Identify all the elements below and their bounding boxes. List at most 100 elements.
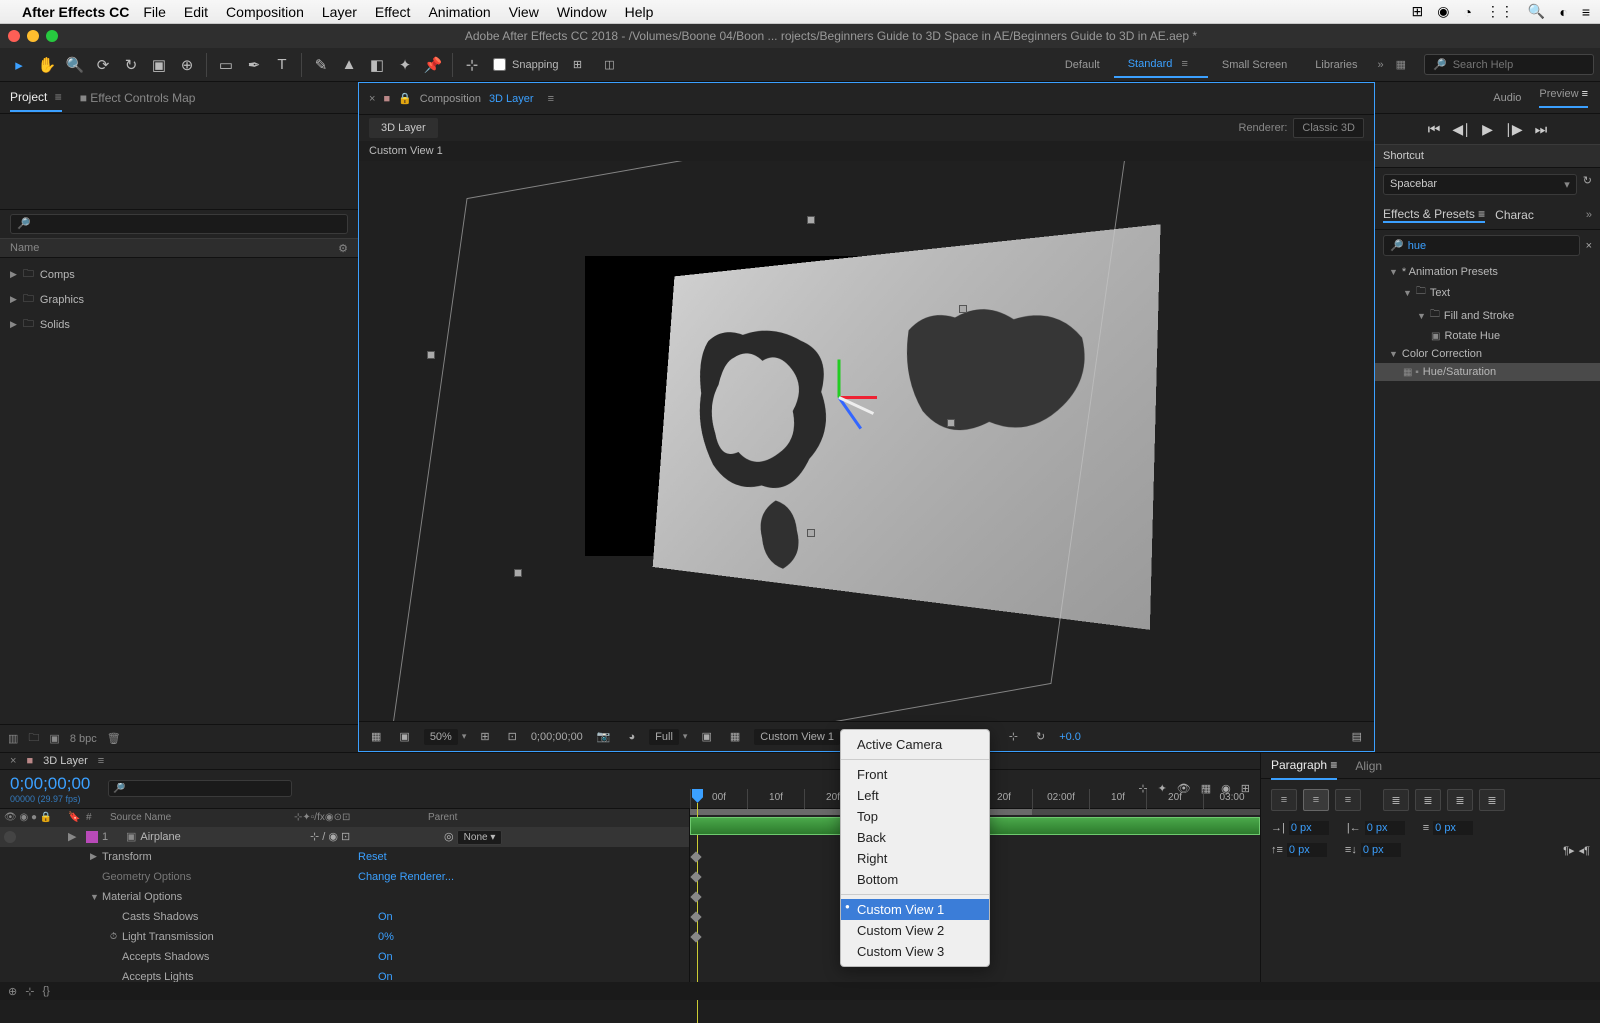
current-timecode[interactable]: 0;00;00;00 <box>10 774 90 794</box>
comp-panel-menu-icon[interactable]: ▤ <box>1348 728 1366 745</box>
type-tool-icon[interactable]: T <box>269 52 295 78</box>
3d-view-select[interactable]: Custom View 1 <box>754 729 840 745</box>
menu-window[interactable]: Window <box>557 4 607 20</box>
snapping-checkbox[interactable] <box>493 58 506 71</box>
timeline-tab[interactable]: 3D Layer <box>43 755 88 767</box>
prop-geometry[interactable]: Geometry OptionsChange Renderer... <box>0 867 689 887</box>
close-tab-icon[interactable]: × <box>369 93 375 105</box>
subcomp-tab[interactable]: 3D Layer <box>369 118 438 138</box>
tab-align[interactable]: Align <box>1355 753 1382 779</box>
roto-tool-icon[interactable]: ✦ <box>392 52 418 78</box>
tab-audio[interactable]: Audio <box>1493 92 1521 104</box>
zoom-tool-icon[interactable]: 🔍 <box>62 52 88 78</box>
prop-light-transmission[interactable]: ⏱Light Transmission0% <box>0 927 689 947</box>
view-custom3[interactable]: Custom View 3 <box>841 941 989 962</box>
channel-icon[interactable]: ◕ <box>625 729 640 745</box>
tray-icon[interactable]: ⊞ <box>1412 3 1424 20</box>
view-right[interactable]: Right <box>841 848 989 869</box>
keyframe-icon[interactable] <box>690 931 701 942</box>
flowchart-icon[interactable]: ⊹ <box>1005 728 1022 745</box>
indent-left-input[interactable] <box>1289 821 1329 835</box>
tab-effect-controls[interactable]: ■ Effect Controls Map <box>80 85 196 111</box>
status-icon[interactable]: {} <box>42 985 49 997</box>
workspace-overflow-icon[interactable]: » <box>1371 55 1389 75</box>
composition-viewport[interactable] <box>359 161 1374 721</box>
eye-icon[interactable] <box>4 831 16 843</box>
view-top[interactable]: Top <box>841 806 989 827</box>
wifi-icon[interactable]: ⋮⋮ <box>1486 3 1514 20</box>
comp-menu-icon[interactable]: ≡ <box>542 89 560 109</box>
justify-left-icon[interactable]: ≣ <box>1383 789 1409 811</box>
timeline-search-input[interactable] <box>108 780 292 797</box>
view-custom1[interactable]: Custom View 1 <box>841 899 989 920</box>
col-parent[interactable]: Parent <box>428 812 558 823</box>
camera-tool-icon[interactable]: ▣ <box>146 52 172 78</box>
rotate-tool-icon[interactable]: ↻ <box>118 52 144 78</box>
view-front[interactable]: Front <box>841 764 989 785</box>
orbit-tool-icon[interactable]: ⟳ <box>90 52 116 78</box>
tab-character[interactable]: Charac <box>1495 208 1534 222</box>
eraser-tool-icon[interactable]: ◧ <box>364 52 390 78</box>
puppet-tool-icon[interactable]: 📌 <box>420 52 446 78</box>
folder-graphics[interactable]: ▶🗀Graphics <box>0 287 358 312</box>
snap-opt-icon[interactable]: ⊞ <box>565 52 591 78</box>
renderer-select[interactable]: Classic 3D <box>1293 118 1364 138</box>
reset-shortcut-icon[interactable]: ↻ <box>1583 174 1592 195</box>
keyframe-icon[interactable] <box>690 891 701 902</box>
snap-opt2-icon[interactable]: ◫ <box>597 52 623 78</box>
new-comp-icon[interactable]: ▣ <box>49 732 59 745</box>
search-help-input[interactable] <box>1453 59 1585 71</box>
pen-tool-icon[interactable]: ✒ <box>241 52 267 78</box>
clone-tool-icon[interactable]: ▲ <box>336 52 362 78</box>
lock-icon[interactable]: 🔒 <box>398 92 412 105</box>
menu-animation[interactable]: Animation <box>428 4 490 20</box>
bpc-toggle[interactable]: 8 bpc <box>70 733 97 745</box>
view-custom2[interactable]: Custom View 2 <box>841 920 989 941</box>
rtl-icon[interactable]: ¶▸ <box>1563 844 1574 857</box>
workspace-smallscreen[interactable]: Small Screen <box>1208 53 1301 77</box>
col-source-name[interactable]: Source Name <box>110 812 290 823</box>
status-icon[interactable]: ⊕ <box>8 985 17 998</box>
anchor-tool-icon[interactable]: ⊕ <box>174 52 200 78</box>
folder-solids[interactable]: ▶🗀Solids <box>0 312 358 337</box>
align-right-icon[interactable]: ≡ <box>1335 789 1361 811</box>
align-center-icon[interactable]: ≡ <box>1303 789 1329 811</box>
tab-preview[interactable]: Preview ≡ <box>1539 88 1588 108</box>
tab-project[interactable]: Project ≡ <box>10 84 62 112</box>
notifications-icon[interactable]: ≡ <box>1582 4 1590 20</box>
minimize-icon[interactable] <box>27 30 39 42</box>
mask-icon[interactable]: ▣ <box>395 728 413 745</box>
menu-layer[interactable]: Layer <box>322 4 357 20</box>
workspace-panel-icon[interactable]: ▦ <box>1390 54 1412 75</box>
timeline-menu-icon[interactable]: ≡ <box>98 755 104 767</box>
menu-help[interactable]: Help <box>625 4 654 20</box>
clear-search-icon[interactable]: × <box>1586 240 1592 252</box>
justify-center-icon[interactable]: ≣ <box>1415 789 1441 811</box>
project-search-input[interactable] <box>10 214 348 234</box>
guide-icon[interactable]: ⊡ <box>504 728 521 745</box>
shortcut-select[interactable]: Spacebar▾ <box>1383 174 1577 195</box>
layer-row[interactable]: ▶ 1 ▣Airplane ⊹ / ◉ ⊡ ◎ None ▾ <box>0 827 689 847</box>
effects-search-input[interactable]: 🔎 hue <box>1383 235 1580 256</box>
comp-name[interactable]: 3D Layer <box>489 93 534 105</box>
search-help[interactable]: 🔎 <box>1424 54 1594 75</box>
tree-row[interactable]: ▼Color Correction <box>1375 345 1600 363</box>
brush-tool-icon[interactable]: ✎ <box>308 52 334 78</box>
snapshot-icon[interactable]: 📷 <box>593 728 615 745</box>
prop-accepts-shadows[interactable]: Accepts ShadowsOn <box>0 947 689 967</box>
tree-row[interactable]: ▼* Animation Presets <box>1375 263 1600 281</box>
transparency-icon[interactable]: ▦ <box>726 728 744 745</box>
traffic-lights[interactable] <box>8 30 58 42</box>
interpret-icon[interactable]: ▥ <box>8 732 18 745</box>
last-frame-icon[interactable]: ⏭ <box>1535 121 1548 138</box>
workspace-default[interactable]: Default <box>1051 53 1114 77</box>
local-axis-icon[interactable]: ⊹ <box>459 52 485 78</box>
spotlight-icon[interactable]: 🔍 <box>1528 3 1545 20</box>
view-active-camera[interactable]: Active Camera <box>841 734 989 755</box>
menu-view[interactable]: View <box>509 4 539 20</box>
space-before-input[interactable] <box>1287 843 1327 857</box>
layer-name[interactable]: Airplane <box>140 831 180 843</box>
shape-tool-icon[interactable]: ▭ <box>213 52 239 78</box>
tab-paragraph[interactable]: Paragraph ≡ <box>1271 752 1337 780</box>
play-icon[interactable]: ▶ <box>1482 121 1493 138</box>
